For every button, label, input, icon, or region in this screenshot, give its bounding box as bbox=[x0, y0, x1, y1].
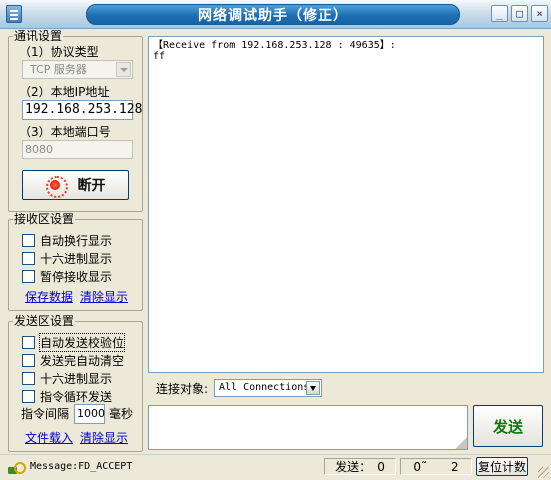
target-value: All Connections bbox=[219, 382, 310, 393]
save-data-link[interactable]: 保存数据 bbox=[25, 290, 73, 304]
window-title: 网络调试助手（修正） bbox=[86, 4, 460, 25]
checkbox-box[interactable] bbox=[22, 270, 35, 283]
send-hex-checkbox[interactable]: 十六进制显示 bbox=[22, 370, 112, 387]
reset-counter-button[interactable]: 复位计数 bbox=[476, 457, 528, 476]
received-count: 2 bbox=[451, 459, 459, 474]
connection-icon bbox=[8, 462, 26, 475]
connection-status-icon bbox=[45, 176, 68, 198]
comm-settings-title: 通讯设置 bbox=[13, 29, 64, 43]
checkbox-box[interactable] bbox=[22, 372, 35, 385]
checkbox-box[interactable] bbox=[22, 354, 35, 367]
checkbox-label: 暂停接收显示 bbox=[40, 270, 113, 284]
status-message: Message:FD_ACCEPT bbox=[30, 461, 133, 472]
local-ip-label: （2）本地IP地址 bbox=[19, 85, 110, 99]
clear-receive-link[interactable]: 清除显示 bbox=[80, 290, 128, 304]
checkbox-label: 十六进制显示 bbox=[40, 372, 113, 386]
interval-unit: 毫秒 bbox=[109, 407, 134, 421]
checkbox-box[interactable] bbox=[22, 234, 35, 247]
chevron-down-icon[interactable] bbox=[116, 62, 131, 77]
status-bar: Message:FD_ACCEPT 发送： 0 0˜ 2 复位计数 bbox=[0, 454, 551, 480]
protocol-select[interactable]: TCP 服务器 bbox=[22, 60, 133, 79]
size-grip-icon[interactable] bbox=[538, 467, 549, 478]
target-select[interactable]: All Connections bbox=[214, 379, 322, 397]
received-counter-panel: 0˜ 2 bbox=[400, 458, 472, 475]
checkbox-label: 指令循环发送 bbox=[40, 390, 113, 404]
send-button[interactable]: 发送 bbox=[473, 405, 543, 447]
resize-handle-icon bbox=[455, 437, 467, 449]
send-settings-title: 发送区设置 bbox=[13, 314, 76, 328]
auto-clear-checkbox[interactable]: 发送完自动清空 bbox=[22, 352, 124, 369]
recv-hex-checkbox[interactable]: 十六进制显示 bbox=[22, 250, 112, 267]
receive-settings-title: 接收区设置 bbox=[13, 212, 76, 226]
app-icon[interactable] bbox=[6, 5, 22, 23]
auto-wrap-checkbox[interactable]: 自动换行显示 bbox=[22, 232, 112, 249]
chevron-down-icon[interactable] bbox=[306, 381, 320, 395]
receive-text: 【Receive from 192.168.253.128 : 49635】: … bbox=[153, 40, 396, 62]
auto-checksum-checkbox[interactable]: 自动发送校验位 bbox=[22, 333, 126, 352]
receive-textarea[interactable]: 【Receive from 192.168.253.128 : 49635】: … bbox=[148, 36, 544, 373]
checkbox-label: 十六进制显示 bbox=[40, 252, 113, 266]
maximize-button[interactable]: □ bbox=[511, 5, 528, 22]
checkbox-label: 自动发送校验位 bbox=[38, 333, 126, 352]
interval-label: 指令间隔 bbox=[21, 407, 70, 421]
checkbox-label: 发送完自动清空 bbox=[40, 354, 125, 368]
checkbox-box[interactable] bbox=[22, 390, 35, 403]
target-label: 连接对象: bbox=[156, 382, 209, 396]
clear-send-link[interactable]: 清除显示 bbox=[80, 431, 128, 445]
checkbox-box[interactable] bbox=[22, 336, 35, 349]
protocol-value: TCP 服务器 bbox=[30, 63, 87, 76]
interval-input[interactable]: 1000 bbox=[74, 404, 105, 424]
checkbox-box[interactable] bbox=[22, 252, 35, 265]
local-port-label: （3）本地端口号 bbox=[19, 125, 111, 139]
close-button[interactable]: × bbox=[531, 5, 548, 22]
title-bar[interactable]: 网络调试助手（修正） _ □ × bbox=[0, 0, 551, 29]
received-prefix: 0˜ bbox=[413, 459, 427, 474]
sent-label: 发送： bbox=[335, 460, 372, 474]
checkbox-label: 自动换行显示 bbox=[40, 234, 113, 248]
sent-counter-panel: 发送： 0 bbox=[324, 458, 396, 475]
sent-count: 0 bbox=[377, 459, 385, 474]
send-textarea[interactable] bbox=[148, 405, 468, 450]
disconnect-button[interactable]: 断开 bbox=[22, 170, 129, 200]
load-file-link[interactable]: 文件载入 bbox=[25, 431, 73, 445]
disconnect-label: 断开 bbox=[77, 178, 106, 194]
protocol-label: （1）协议类型 bbox=[19, 45, 99, 59]
loop-send-checkbox[interactable]: 指令循环发送 bbox=[22, 388, 112, 405]
local-ip-field[interactable]: 192.168.253.128 bbox=[22, 100, 142, 120]
minimize-button[interactable]: _ bbox=[491, 5, 508, 22]
pause-receive-checkbox[interactable]: 暂停接收显示 bbox=[22, 268, 112, 285]
local-port-field[interactable]: 8080 bbox=[22, 140, 133, 159]
